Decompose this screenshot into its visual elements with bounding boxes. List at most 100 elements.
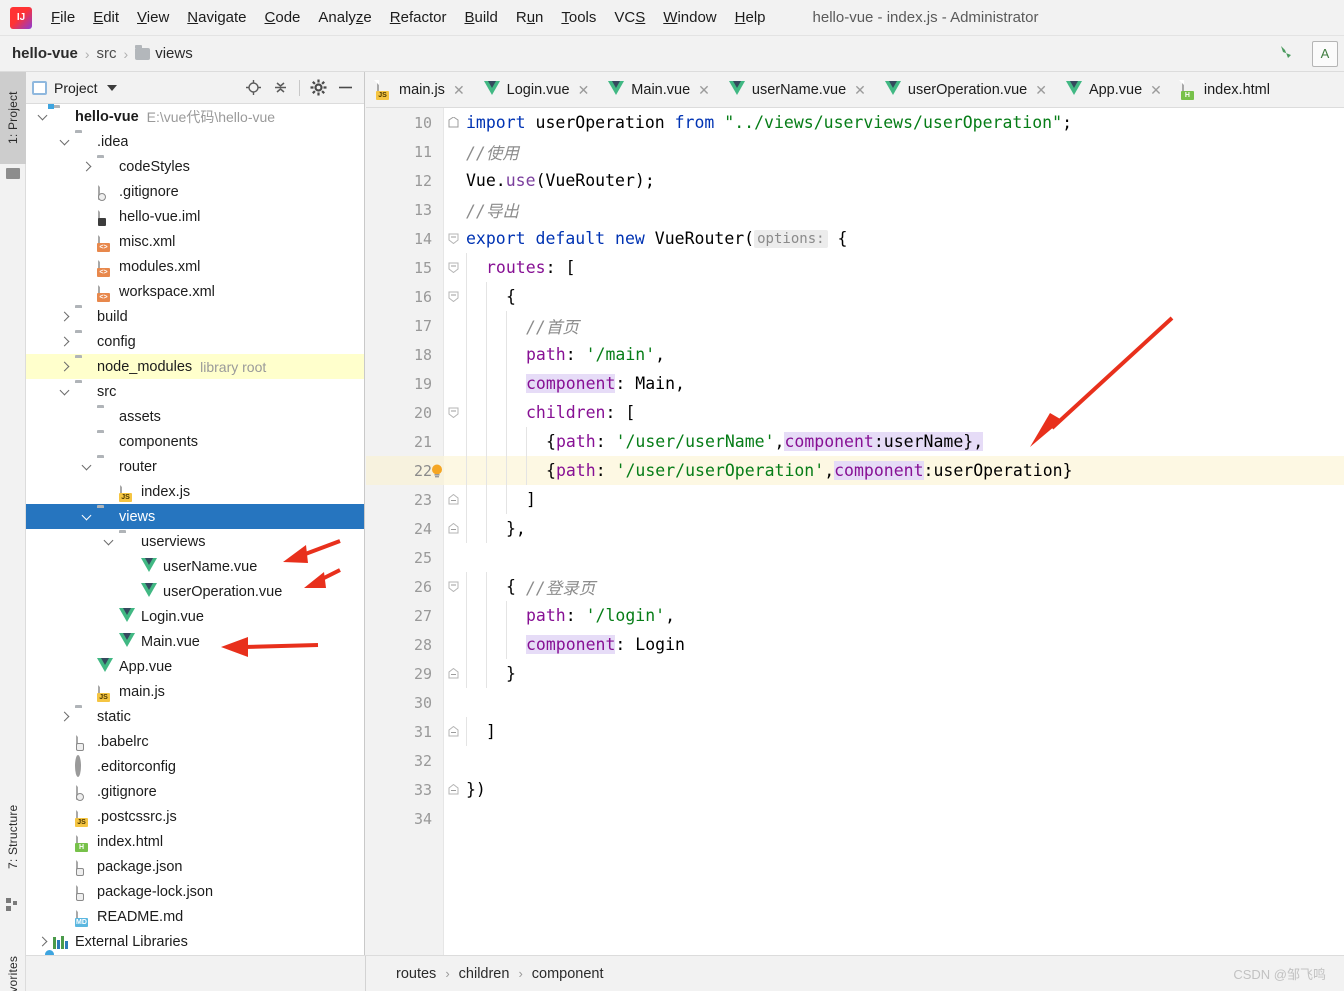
tree-item-package.json[interactable]: package.json <box>26 854 364 879</box>
menu-item-edit[interactable]: Edit <box>84 6 128 29</box>
editor-breadcrumb-children[interactable]: children <box>459 966 510 982</box>
fold-open-icon[interactable] <box>448 262 459 273</box>
code-line-12[interactable]: 12 Vue. use (VueRouter); <box>366 166 1344 195</box>
tree-item-node_modules[interactable]: node_modules library root <box>26 354 364 379</box>
tree-item-workspace.xml[interactable]: <> workspace.xml <box>26 279 364 304</box>
tree-item-.editorconfig[interactable]: .editorconfig <box>26 754 364 779</box>
code-line-15[interactable]: 15 routes: [ <box>366 253 1344 282</box>
close-tab-icon[interactable]: ✕ <box>578 83 590 97</box>
tree-item-build[interactable]: build <box>26 304 364 329</box>
menu-item-vcs[interactable]: VCS <box>605 6 654 29</box>
tree-item-userviews[interactable]: userviews <box>26 529 364 554</box>
tree-item-username.vue[interactable]: userName.vue <box>26 554 364 579</box>
fold-open-icon[interactable] <box>448 233 459 244</box>
fold-open-icon[interactable] <box>448 291 459 302</box>
tree-item-.gitignore[interactable]: .gitignore <box>26 779 364 804</box>
fold-end-icon[interactable] <box>448 784 459 795</box>
fold-open-icon[interactable] <box>448 581 459 592</box>
build-hammer-icon[interactable] <box>1276 41 1298 66</box>
tree-item-src[interactable]: src <box>26 379 364 404</box>
run-configuration-button[interactable]: A <box>1312 40 1338 67</box>
tool-window-favorites[interactable]: 2: Favorites <box>0 932 26 991</box>
code-line-27[interactable]: 27 path: '/login', <box>366 601 1344 630</box>
hide-window-icon[interactable] <box>337 79 354 96</box>
menu-item-navigate[interactable]: Navigate <box>178 6 255 29</box>
menu-item-code[interactable]: Code <box>256 6 310 29</box>
editor-tab-login-vue[interactable]: Login.vue ✕ <box>474 72 599 107</box>
gear-icon[interactable] <box>310 79 327 96</box>
menu-item-refactor[interactable]: Refactor <box>381 6 456 29</box>
code-line-29[interactable]: 29} <box>366 659 1344 688</box>
fold-end-icon[interactable] <box>448 494 459 505</box>
code-line-34[interactable]: 34 <box>366 804 1344 833</box>
tree-item-index.js[interactable]: JS index.js <box>26 479 364 504</box>
fold-end-icon[interactable] <box>448 726 459 737</box>
code-line-22[interactable]: 22{path: '/user/userOperation', component… <box>366 456 1344 485</box>
code-editor[interactable]: 10 import userOperation from "../views/us… <box>366 108 1344 991</box>
tree-item-config[interactable]: config <box>26 329 364 354</box>
code-line-17[interactable]: 17 //首页 <box>366 311 1344 340</box>
tree-item-misc.xml[interactable]: <> misc.xml <box>26 229 364 254</box>
code-line-23[interactable]: 23] <box>366 485 1344 514</box>
close-tab-icon[interactable]: ✕ <box>854 83 866 97</box>
code-line-28[interactable]: 28 component: Login <box>366 630 1344 659</box>
tree-item-.gitignore[interactable]: .gitignore <box>26 179 364 204</box>
code-line-33[interactable]: 33}) <box>366 775 1344 804</box>
tree-item-index.html[interactable]: Hindex.html <box>26 829 364 854</box>
code-line-21[interactable]: 21 {path: '/user/userName', component:user… <box>366 427 1344 456</box>
tree-item-assets[interactable]: assets <box>26 404 364 429</box>
menu-item-build[interactable]: Build <box>455 6 506 29</box>
editor-tab-bar[interactable]: JS main.js ✕ Login.vue ✕ Main.vue ✕ userName.vu… <box>366 72 1344 108</box>
editor-tab-username-vue[interactable]: userName.vue ✕ <box>719 72 875 107</box>
code-line-18[interactable]: 18 path: '/main', <box>366 340 1344 369</box>
code-line-26[interactable]: 26 { //登录页 <box>366 572 1344 601</box>
menu-item-analyze[interactable]: Analyze <box>309 6 380 29</box>
chevron-down-icon[interactable] <box>82 511 93 522</box>
chevron-right-icon[interactable] <box>60 311 71 322</box>
tree-item-readme.md[interactable]: MD README.md <box>26 904 364 929</box>
code-line-16[interactable]: 16 { <box>366 282 1344 311</box>
code-line-14[interactable]: 14 export default new VueRouter(options: … <box>366 224 1344 253</box>
menu-item-tools[interactable]: Tools <box>552 6 605 29</box>
chevron-down-icon[interactable] <box>106 84 117 91</box>
code-line-10[interactable]: 10 import userOperation from "../views/us… <box>366 108 1344 137</box>
tree-item-login.vue[interactable]: Login.vue <box>26 604 364 629</box>
tool-window-project[interactable]: 1: Project <box>0 72 26 164</box>
menu-item-window[interactable]: Window <box>654 6 725 29</box>
fold-end-icon[interactable] <box>448 523 459 534</box>
code-line-30[interactable]: 30 <box>366 688 1344 717</box>
chevron-down-icon[interactable] <box>104 536 115 547</box>
editor-tab-app-vue[interactable]: App.vue ✕ <box>1056 72 1171 107</box>
chevron-down-icon[interactable] <box>60 386 71 397</box>
code-line-11[interactable]: 11 //使用 <box>366 137 1344 166</box>
tree-item-views[interactable]: views <box>26 504 364 529</box>
tool-window-structure[interactable]: 7: Structure <box>0 782 26 892</box>
close-tab-icon[interactable]: ✕ <box>698 83 710 97</box>
fold-open-icon[interactable] <box>448 407 459 418</box>
fold-start-icon[interactable] <box>448 117 459 128</box>
code-line-13[interactable]: 13 //导出 <box>366 195 1344 224</box>
tree-item-components[interactable]: components <box>26 429 364 454</box>
fold-end-icon[interactable] <box>448 668 459 679</box>
menu-item-file[interactable]: File <box>42 6 84 29</box>
tree-item-modules.xml[interactable]: <> modules.xml <box>26 254 364 279</box>
chevron-right-icon[interactable] <box>38 936 49 947</box>
tree-item-app.vue[interactable]: App.vue <box>26 654 364 679</box>
tree-item-hello-vue.iml[interactable]: hello-vue.iml <box>26 204 364 229</box>
tree-item-.idea[interactable]: .idea <box>26 129 364 154</box>
chevron-right-icon[interactable] <box>82 161 93 172</box>
editor-tab-main-js[interactable]: JS main.js ✕ <box>366 72 474 107</box>
tree-item-hello-vue[interactable]: hello-vue E:\vue代码\hello-vue <box>26 104 364 129</box>
locate-icon[interactable] <box>245 79 262 96</box>
tree-item-main.js[interactable]: JS main.js <box>26 679 364 704</box>
intention-bulb-icon[interactable] <box>429 463 445 479</box>
collapse-all-icon[interactable] <box>272 79 289 96</box>
editor-breadcrumb-routes[interactable]: routes <box>396 966 436 982</box>
tree-item-codestyles[interactable]: codeStyles <box>26 154 364 179</box>
menu-item-view[interactable]: View <box>128 6 178 29</box>
editor-breadcrumb-component[interactable]: component <box>532 966 604 982</box>
project-tree[interactable]: hello-vue E:\vue代码\hello-vue .idea codeStyl… <box>26 104 364 991</box>
tree-item-router[interactable]: router <box>26 454 364 479</box>
tree-item-main.vue[interactable]: Main.vue <box>26 629 364 654</box>
chevron-down-icon[interactable] <box>82 461 93 472</box>
